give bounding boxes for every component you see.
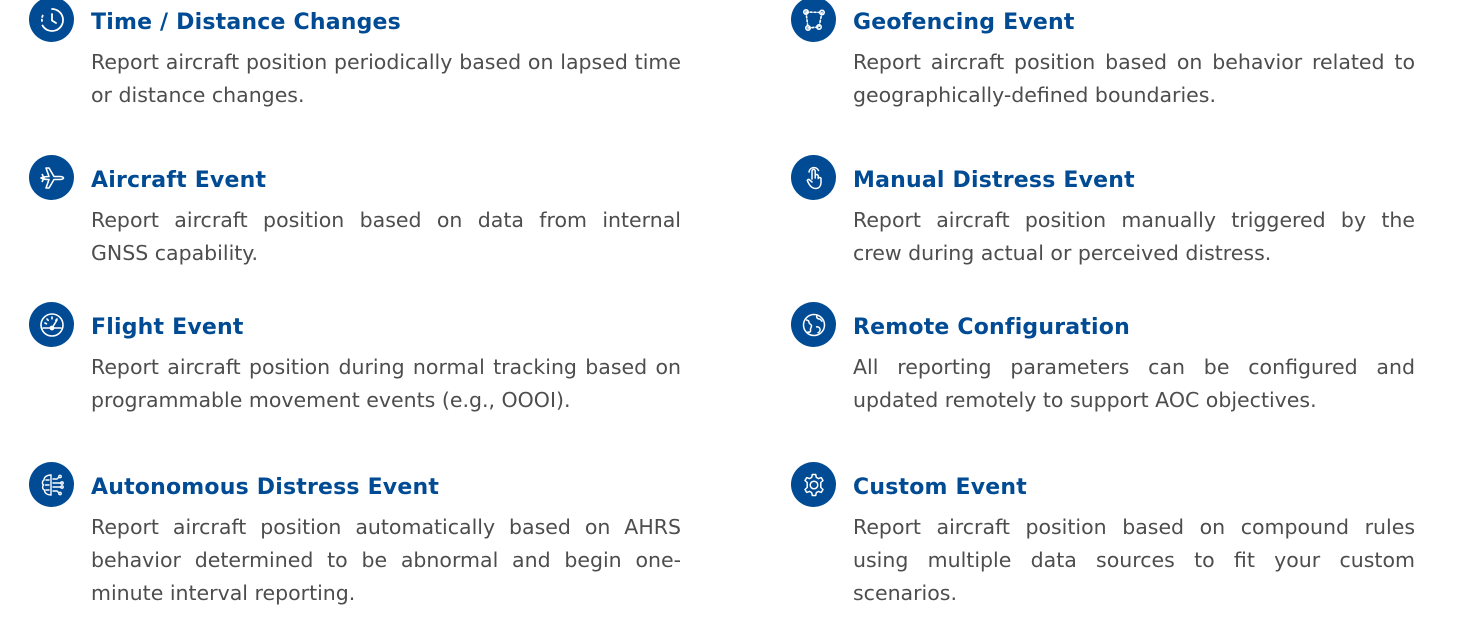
feature-geofencing: Geofencing Event Report aircraft positio… — [791, 0, 1415, 112]
feature-aircraft-event: Aircraft Event Report aircraft position … — [29, 155, 681, 270]
feature-title: Autonomous Distress Event — [91, 475, 440, 500]
geofence-polygon-icon — [791, 0, 836, 42]
feature-flight-event: Flight Event Report aircraft position du… — [29, 302, 681, 417]
feature-title: Flight Event — [91, 315, 244, 340]
feature-time-distance: Time / Distance Changes Report aircraft … — [29, 0, 681, 112]
feature-description: Report aircraft position based on behavi… — [853, 50, 1415, 107]
feature-description: Report aircraft position during normal t… — [91, 355, 681, 412]
feature-title: Remote Configuration — [853, 315, 1130, 340]
feature-description: Report aircraft position automatically b… — [91, 515, 681, 605]
feature-title: Custom Event — [853, 475, 1027, 500]
feature-title: Time / Distance Changes — [91, 10, 401, 35]
gear-icon — [791, 462, 836, 507]
feature-description: All reporting parameters can be configur… — [853, 355, 1415, 412]
feature-title: Geofencing Event — [853, 10, 1075, 35]
feature-description: Report aircraft position based on data f… — [91, 208, 681, 265]
feature-title: Manual Distress Event — [853, 168, 1135, 193]
speedometer-icon — [29, 302, 74, 347]
hand-pointer-icon — [791, 155, 836, 200]
circuit-brain-icon — [29, 462, 74, 507]
feature-title: Aircraft Event — [91, 168, 267, 193]
feature-description: Report aircraft position based on compou… — [853, 515, 1415, 605]
feature-autonomous-distress: Autonomous Distress Event Report aircraf… — [29, 462, 681, 610]
feature-custom-event: Custom Event Report aircraft position ba… — [791, 462, 1415, 610]
feature-description: Report aircraft position manually trigge… — [853, 208, 1415, 265]
feature-description: Report aircraft position periodically ba… — [91, 50, 681, 107]
feature-remote-configuration: Remote Configuration All reporting param… — [791, 302, 1415, 417]
airplane-icon — [29, 155, 74, 200]
clock-icon — [29, 0, 74, 42]
globe-icon — [791, 302, 836, 347]
feature-manual-distress: Manual Distress Event Report aircraft po… — [791, 155, 1415, 270]
